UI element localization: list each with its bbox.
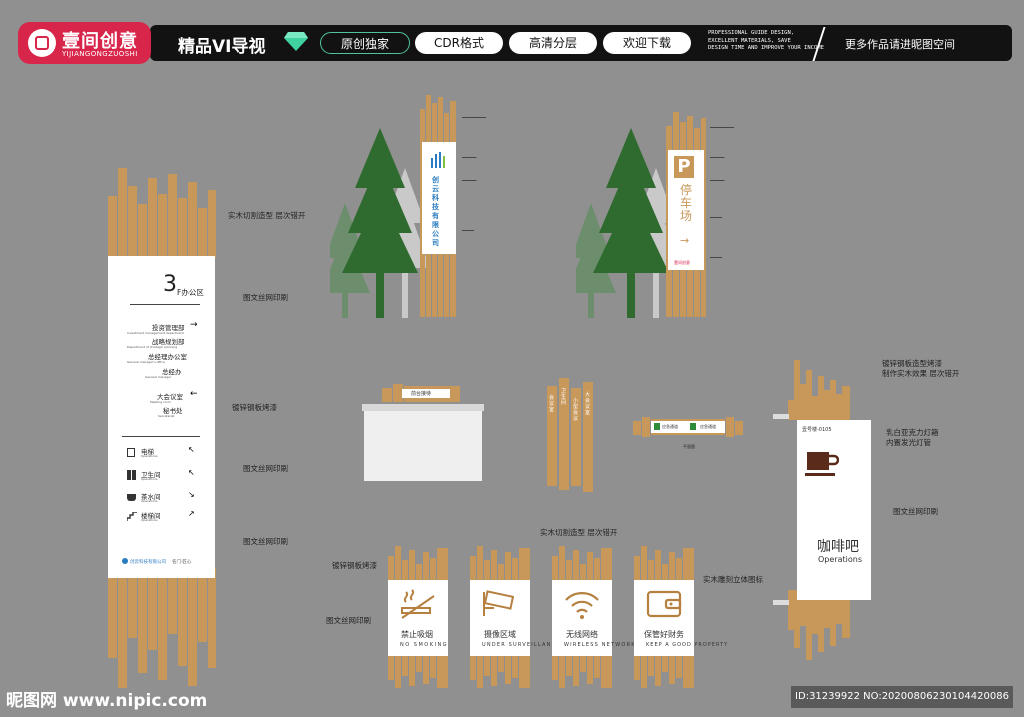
sign-name-en: UNDER SURVEILLANCE — [482, 642, 561, 648]
note-print: 图文丝网印刷 — [243, 464, 288, 473]
stairs-icon — [127, 512, 137, 521]
brand-logo[interactable]: 壹间创意 YIJIANGONGZUOSHI — [18, 22, 151, 64]
directory-company: 创云科技有限公司 — [130, 560, 166, 565]
facility-subtitle: Operations — [141, 477, 158, 481]
arrow-left-icon: ← — [190, 389, 198, 399]
tag-download[interactable]: 欢迎下载 — [603, 32, 691, 54]
note-steel: 镀锌钢板烤漆 — [232, 403, 277, 412]
logo-mark-icon — [28, 29, 56, 57]
tag-layered[interactable]: 高清分层 — [509, 32, 597, 54]
room-subtitle: Meeting room — [150, 400, 171, 404]
sign-name-en: WIRELESS NETWORK — [564, 642, 636, 648]
parking-brand: 壹间创意 — [674, 260, 690, 265]
tower-company-name: 创云科技有限公司 — [432, 176, 439, 247]
room-subtitle: General manager's office — [127, 360, 165, 364]
floor-number: 3 — [163, 272, 177, 297]
room-subtitle: Department of strategic planning — [127, 345, 178, 349]
room-subtitle: Secretariat — [158, 414, 175, 418]
room-subtitle: Investment management department — [127, 331, 184, 335]
note-print: 图文丝网印刷 — [326, 616, 371, 625]
tower-note: ━━━━━ — [710, 255, 723, 260]
plan-label: 平面图 — [683, 444, 695, 449]
post-label: 卫生间 — [561, 388, 567, 406]
camera-icon — [483, 590, 515, 616]
reception-desk-top — [362, 404, 484, 411]
post-label: 大会议室 — [585, 392, 591, 416]
post-label: 小型会议 — [573, 398, 579, 422]
exit-icon — [654, 423, 660, 430]
cafe-panel — [797, 420, 871, 600]
arrow-right-icon: → — [190, 320, 198, 330]
no-smoking-icon — [401, 589, 435, 619]
tower-note: ━━━━━ — [710, 215, 723, 220]
arrow-right-icon: → — [680, 234, 690, 247]
note-wood-cut: 实木切割造型 层次错开 — [228, 211, 306, 220]
arrow-icon: ↗ — [188, 509, 195, 518]
sign-name: 无线网络 — [566, 630, 598, 639]
diamond-icon — [284, 32, 308, 51]
coffee-cup-icon — [805, 452, 839, 476]
page-title: 精品VI导视 — [178, 37, 266, 57]
elevator-icon — [127, 448, 135, 457]
arrow-icon: ↘ — [188, 490, 195, 499]
note-print: 图文丝网印刷 — [243, 293, 288, 302]
tower-note: ━━━━━━ — [710, 178, 725, 183]
sign-name-en: KEEP A GOOD PROPERTY — [646, 642, 729, 648]
note-wood-cut: 实木切割造型 层次错开 — [540, 528, 618, 537]
sign-name-en: NO SMOKING — [400, 642, 449, 648]
site-watermark: 昵图网 www.nipic.com — [6, 691, 208, 711]
wall-bracket — [773, 600, 789, 605]
note-steel: 镀锌钢板烤漆 — [332, 561, 377, 570]
reception-label: 前台接待 — [411, 391, 432, 397]
sign-name: 禁止吸烟 — [401, 630, 433, 639]
logo-subtitle: YIJIANGONGZUOSHI — [62, 50, 138, 58]
tower-note: ━━━━━━━━━━ — [462, 115, 487, 120]
parking-label: 停车场 — [680, 183, 693, 223]
hanging-right-text: 应急通道 — [700, 424, 716, 429]
room-subtitle: General manager — [145, 375, 172, 379]
post-label: 会议室 — [549, 395, 555, 413]
sign-name: 保管好财务 — [644, 630, 684, 639]
wifi-icon — [565, 592, 599, 619]
tower-note: ━━━━━━━━━━ — [710, 125, 735, 130]
arrow-icon: ↖ — [188, 468, 195, 477]
more-works-link[interactable]: 更多作品请进昵图空间 — [845, 36, 955, 52]
note-lightbox: 内置发光灯管 — [886, 438, 931, 447]
hanging-left-text: 应急通道 — [662, 424, 678, 429]
exit-icon — [690, 423, 696, 430]
cafe-name: 咖啡吧 — [817, 539, 859, 555]
tower-note: ━━━━━━ — [462, 155, 477, 160]
note-carved: 实木雕刻立体图标 — [703, 575, 763, 584]
wall-bracket — [773, 414, 789, 419]
wallet-icon — [646, 590, 682, 618]
facility-subtitle: Operations — [141, 499, 158, 503]
tower-note: ━━━━━ — [462, 228, 475, 233]
tower-note: ━━━━━━ — [710, 155, 725, 160]
tower-note: ━━━━━━ — [462, 178, 477, 183]
directory-brand: 名门·匠心 — [172, 560, 192, 565]
restroom-icon — [127, 470, 136, 480]
facility-subtitle: Operations — [141, 454, 158, 458]
note-steel-wood: 制作实木效果 层次错开 — [882, 369, 960, 378]
company-mark-icon — [122, 558, 128, 564]
cafe-name-en: Operations — [818, 555, 862, 564]
directory-divider — [130, 304, 200, 305]
slogan-text: PROFESSIONAL GUIDE DESIGN, EXCELLENT MAT… — [708, 30, 824, 51]
image-id: ID:31239922 NO:20200806230104420086 — [791, 686, 1013, 708]
reception-desk — [364, 411, 482, 481]
company-logo-icon — [431, 152, 445, 168]
tea-cup-icon — [127, 494, 136, 501]
floor-zone: F办公区 — [177, 288, 204, 297]
directory-divider — [122, 436, 200, 437]
arrow-icon: ↖ — [188, 445, 195, 454]
cafe-room-code: 壹号楼-0105 — [802, 427, 832, 433]
note-print: 图文丝网印刷 — [243, 537, 288, 546]
tag-cdr[interactable]: CDR格式 — [415, 32, 503, 54]
note-print: 图文丝网印刷 — [893, 507, 938, 516]
facility-subtitle: Operations — [141, 518, 158, 522]
parking-p-icon: P — [674, 156, 694, 178]
sign-name: 摄像区域 — [484, 630, 516, 639]
tag-original[interactable]: 原创独家 — [320, 32, 410, 54]
